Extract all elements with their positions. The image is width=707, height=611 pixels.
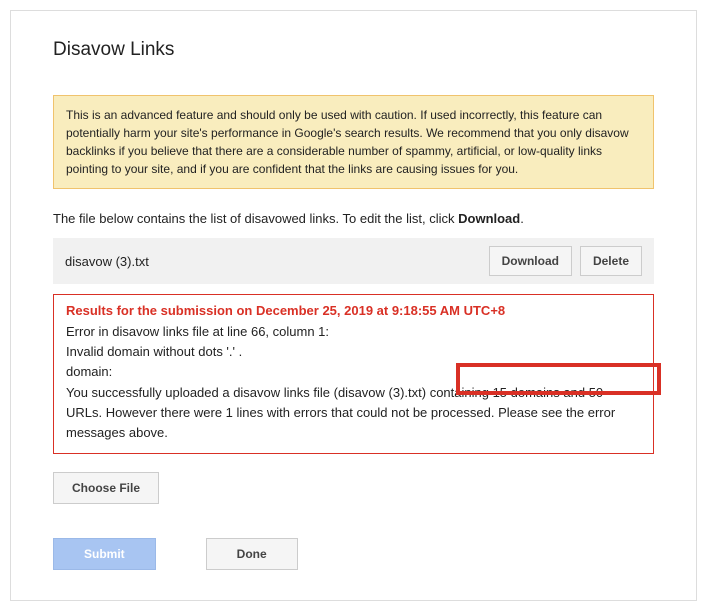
- results-body: Error in disavow links file at line 66, …: [66, 322, 641, 443]
- download-button[interactable]: Download: [489, 246, 572, 276]
- results-box: Results for the submission on December 2…: [53, 294, 654, 454]
- warning-text: This is an advanced feature and should o…: [66, 108, 629, 176]
- instruction-text: The file below contains the list of disa…: [53, 211, 654, 226]
- choose-file-button[interactable]: Choose File: [53, 472, 159, 504]
- instruction-prefix: The file below contains the list of disa…: [53, 211, 458, 226]
- main-panel: Disavow Links This is an advanced featur…: [10, 10, 697, 601]
- results-line-2: Invalid domain without dots '.' .: [66, 342, 641, 362]
- submit-button[interactable]: Submit: [53, 538, 156, 570]
- instruction-bold: Download: [458, 211, 520, 226]
- page-title: Disavow Links: [53, 39, 654, 61]
- done-button[interactable]: Done: [206, 538, 298, 570]
- results-line-1: Error in disavow links file at line 66, …: [66, 322, 641, 342]
- choose-file-row: Choose File: [53, 472, 654, 504]
- bottom-actions: Submit Done: [53, 538, 654, 570]
- results-header: Results for the submission on December 2…: [66, 301, 641, 321]
- delete-button[interactable]: Delete: [580, 246, 642, 276]
- file-name: disavow (3).txt: [65, 254, 481, 269]
- instruction-suffix: .: [520, 211, 524, 226]
- file-row: disavow (3).txt Download Delete: [53, 238, 654, 284]
- warning-banner: This is an advanced feature and should o…: [53, 95, 654, 189]
- results-line-4: You successfully uploaded a disavow link…: [66, 383, 641, 443]
- results-line-3: domain:: [66, 362, 641, 382]
